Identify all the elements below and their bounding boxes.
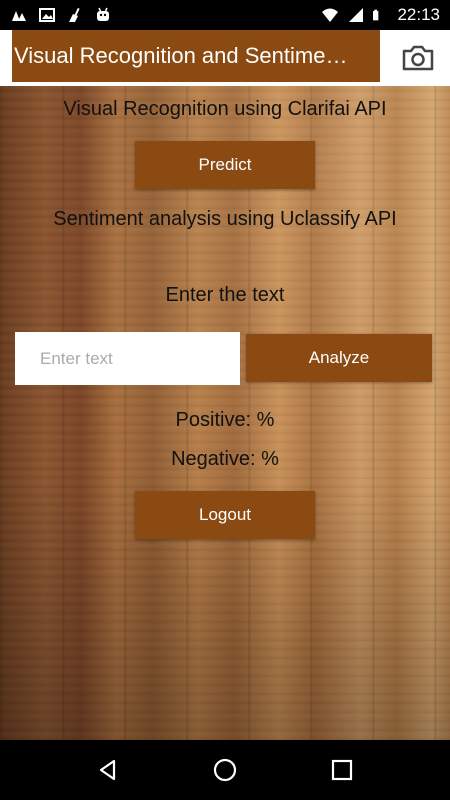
recents-icon bbox=[331, 759, 352, 781]
back-button[interactable] bbox=[84, 746, 132, 794]
recents-button[interactable] bbox=[318, 746, 366, 794]
positive-result: Positive: % bbox=[175, 409, 275, 431]
back-icon bbox=[100, 759, 116, 781]
camera-button[interactable] bbox=[398, 38, 438, 78]
wifi-icon bbox=[322, 8, 339, 22]
sentiment-heading: Sentiment analysis using Uclassify API bbox=[53, 208, 397, 230]
home-button[interactable] bbox=[201, 746, 249, 794]
status-left bbox=[10, 6, 112, 24]
text-input[interactable] bbox=[15, 332, 240, 385]
home-icon bbox=[213, 758, 237, 782]
visual-recognition-heading: Visual Recognition using Clarifai API bbox=[63, 98, 387, 120]
analyze-button[interactable]: Analyze bbox=[246, 334, 432, 382]
nav-bar bbox=[0, 740, 450, 800]
status-right: 22:13 bbox=[321, 5, 440, 25]
app-bar: Visual Recognition and Sentime… bbox=[0, 30, 450, 86]
android-icon bbox=[97, 7, 109, 21]
predict-button[interactable]: Predict bbox=[135, 141, 315, 189]
main-content: Visual Recognition using Clarifai API Pr… bbox=[0, 86, 450, 740]
enter-text-heading: Enter the text bbox=[165, 284, 285, 306]
battery-icon bbox=[373, 9, 379, 21]
signal-icon bbox=[349, 8, 364, 22]
status-time: 22:13 bbox=[397, 5, 440, 24]
camera-icon bbox=[402, 45, 434, 71]
broom-icon bbox=[69, 7, 80, 22]
notification-icon bbox=[12, 11, 26, 21]
logout-button[interactable]: Logout bbox=[135, 491, 315, 539]
image-icon bbox=[39, 8, 55, 22]
negative-result: Negative: % bbox=[171, 448, 279, 470]
app-title: Visual Recognition and Sentime… bbox=[12, 30, 380, 82]
status-bar: 22:13 bbox=[0, 0, 450, 30]
